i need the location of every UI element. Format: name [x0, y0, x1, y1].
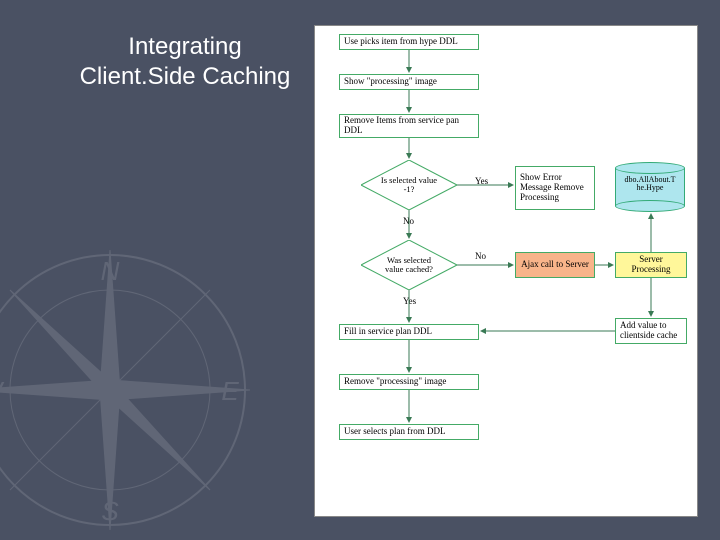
edge-label-no-2: No — [475, 251, 486, 261]
title-line2: Client.Side Caching — [80, 63, 291, 90]
svg-text:N: N — [101, 256, 120, 286]
decision-was-cached: Was selected value cached? — [361, 240, 457, 290]
node-ajax-call: Ajax call to Server — [515, 252, 595, 278]
slide-title: Integrating Client.Side Caching — [70, 32, 300, 92]
node-add-cache: Add value to clientside cache — [615, 318, 687, 344]
svg-text:E: E — [221, 376, 239, 406]
node-server-processing: Server Processing — [615, 252, 687, 278]
svg-text:S: S — [101, 496, 119, 526]
compass-decoration: N S W E — [0, 240, 260, 540]
node-user-selects: User selects plan from DDL — [339, 424, 479, 440]
datastore-cylinder: dbo.AllAbout.T he.Hype — [615, 162, 685, 212]
title-line1: Integrating — [128, 33, 241, 60]
node-pick-item: Use picks item from hype DDL — [339, 34, 479, 50]
edge-label-yes-2: Yes — [403, 296, 416, 306]
node-show-error: Show Error Message Remove Processing — [515, 166, 595, 210]
edge-label-yes-1: Yes — [475, 176, 488, 186]
node-remove-items: Remove Items from service pan DDL — [339, 114, 479, 138]
edge-label-no-1: No — [403, 216, 414, 226]
node-show-processing: Show "processing" image — [339, 74, 479, 90]
flowchart-panel: Use picks item from hype DDL Show "proce… — [314, 25, 698, 517]
node-fill-plan: Fill in service plan DDL — [339, 324, 479, 340]
decision-selected-minus1: Is selected value -1? — [361, 160, 457, 210]
node-remove-processing: Remove "processing" image — [339, 374, 479, 390]
svg-text:W: W — [0, 376, 5, 406]
